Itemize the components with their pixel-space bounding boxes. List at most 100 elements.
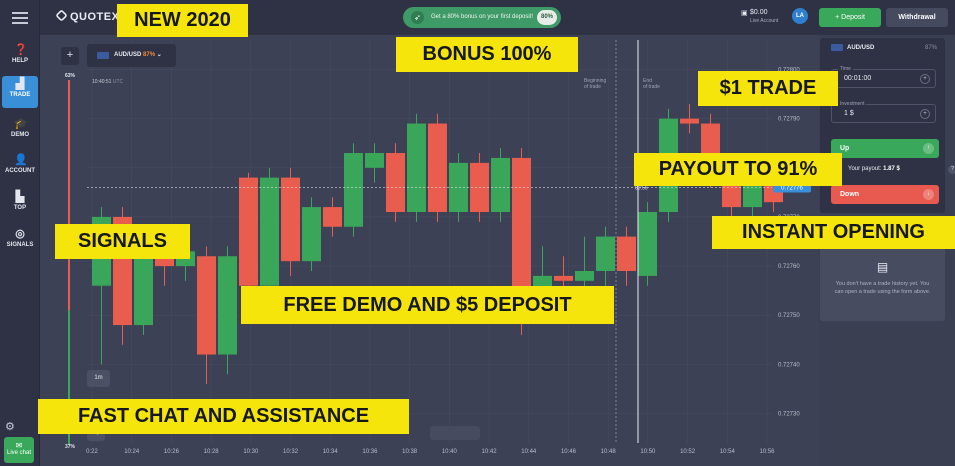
y-tick-label: 0.72750 <box>778 313 800 319</box>
arrow-up-icon: ↑ <box>923 143 934 154</box>
account-balance[interactable]: ▣ $0.00 Live Account <box>741 9 778 25</box>
payout-value: 1.87 $ <box>883 166 900 172</box>
down-label: Down <box>840 191 860 198</box>
history-empty-text: You don't have a trade history yet. You … <box>834 281 931 295</box>
user-icon: 👤 <box>14 154 28 166</box>
arrow-down-icon: ↓ <box>923 189 934 200</box>
y-tick-label: 0.72730 <box>778 412 800 418</box>
x-tick-label: 10:34 <box>323 449 339 455</box>
asset-selector[interactable]: AUD/USD 87% ⌄ <box>87 44 176 67</box>
sidebar-item-label: DEMO <box>11 132 29 138</box>
x-tick-label: 10:52 <box>680 449 696 455</box>
logo[interactable]: QUOTEX <box>55 9 120 23</box>
marker-end: End of trade <box>643 78 660 90</box>
overlay-free-demo: FREE DEMO AND $5 DEPOSIT <box>241 286 614 324</box>
x-tick-label: 10:42 <box>482 449 498 455</box>
flag-icon <box>97 52 109 59</box>
chart-icon: ▟ <box>15 78 25 90</box>
deposit-button[interactable]: + Deposit <box>819 8 881 27</box>
sidebar-item-label: HELP <box>11 58 28 64</box>
overlay-one-dollar-trade: $1 TRADE <box>698 71 838 106</box>
candle-body <box>323 207 342 227</box>
time-field[interactable]: Time 00:01:00 + <box>831 66 936 88</box>
sidebar-item-signals[interactable]: ◎ SIGNALS <box>2 226 38 258</box>
signal-icon: ◎ <box>15 228 25 240</box>
x-tick-label: 10:56 <box>759 449 775 455</box>
zoom-controls[interactable] <box>430 426 480 440</box>
candle-body <box>302 207 321 262</box>
asset-payout: 87% <box>143 52 156 58</box>
candle-body <box>218 256 237 355</box>
live-chat-label: Live chat <box>6 450 31 456</box>
payout-info: Your payout: 1.87 $? <box>848 165 955 174</box>
y-tick-label: 0.72790 <box>778 117 800 123</box>
asset-name: AUD/USD <box>114 52 142 58</box>
overlay-fast-chat: FAST CHAT AND ASSISTANCE <box>38 399 409 434</box>
x-tick-label: 10:46 <box>561 449 577 455</box>
overlay-signals: SIGNALS <box>55 224 190 259</box>
candle-body <box>491 157 510 213</box>
sidebar-item-account[interactable]: 👤 ACCOUNT <box>2 152 38 184</box>
candle-body <box>554 275 573 281</box>
x-tick-label: 10:32 <box>283 449 299 455</box>
logo-icon <box>55 9 68 22</box>
candle-body <box>197 256 216 355</box>
trade-asset-payout: 87% <box>924 45 937 51</box>
up-button[interactable]: Up ↑ <box>831 139 939 158</box>
chat-icon: ✉ <box>15 441 23 450</box>
candle-body <box>743 182 762 208</box>
investment-field-label: Investment <box>838 101 867 107</box>
candle-body <box>407 123 426 213</box>
down-button[interactable]: Down ↓ <box>831 185 939 204</box>
candle-body <box>386 153 405 213</box>
sidebar-item-label: TOP <box>13 205 27 211</box>
live-chat-button[interactable]: ✉ Live chat <box>4 437 34 463</box>
overlay-instant-opening: INSTANT OPENING <box>712 216 955 249</box>
candle-body <box>680 118 699 124</box>
overlay-payout: PAYOUT TO 91% <box>634 153 842 186</box>
candle-body <box>512 157 531 296</box>
menu-icon[interactable] <box>12 12 28 24</box>
bonus-promo[interactable]: ➶ Get a 80% bonus on your first deposit!… <box>403 7 561 28</box>
up-label: Up <box>840 145 850 152</box>
withdrawal-button[interactable]: Withdrawal <box>886 8 948 27</box>
overlay-new-2020: NEW 2020 <box>117 4 248 37</box>
marker-beginning: Beginning of trade <box>584 78 606 90</box>
sidebar-item-label: TRADE <box>9 92 31 98</box>
info-icon[interactable]: ? <box>948 165 955 174</box>
time-value: 10:40:51 <box>92 79 112 85</box>
candle-body <box>344 153 363 227</box>
x-tick-label: 10:26 <box>164 449 180 455</box>
candle-body <box>638 212 657 276</box>
x-tick-label: 10:30 <box>243 449 259 455</box>
gear-icon[interactable]: ⚙ <box>5 420 15 433</box>
marker-end-line2: of trade <box>643 84 660 90</box>
sidebar-item-help[interactable]: ❓ HELP <box>2 42 38 74</box>
time-field-label: Time <box>838 66 853 72</box>
deposit-label: Deposit <box>841 14 865 21</box>
sidebar-item-trade[interactable]: ▟ TRADE <box>2 76 38 108</box>
investment-field[interactable]: Investment 1 $ + <box>831 101 936 123</box>
trade-asset[interactable]: AUD/USD <box>831 44 874 51</box>
logo-text: QUOTEX <box>70 11 120 23</box>
plus-icon[interactable]: + <box>920 74 930 84</box>
sidebar-item-top[interactable]: ▙ TOP <box>2 189 38 221</box>
balance-value: $0.00 <box>750 9 768 16</box>
add-asset-button[interactable]: + <box>61 47 79 65</box>
sidebar-item-label: ACCOUNT <box>5 168 35 174</box>
x-tick-label: 0:22 <box>86 449 98 455</box>
current-price-label: 0.72776 <box>781 185 803 191</box>
chevron-down-icon: ⌄ <box>156 52 162 58</box>
time-field-value: 00:01:00 <box>844 75 872 82</box>
trade-history-empty: ▤ You don't have a trade history yet. Yo… <box>820 246 945 321</box>
timeframe-button[interactable]: 1m <box>87 370 110 387</box>
x-tick-label: 10:50 <box>640 449 656 455</box>
plus-icon[interactable]: + <box>920 109 930 119</box>
sidebar-item-demo[interactable]: 🎓 DEMO <box>2 116 38 148</box>
x-tick-label: 10:44 <box>521 449 537 455</box>
podium-icon: ▙ <box>15 191 25 203</box>
avatar[interactable]: LA <box>792 8 808 24</box>
candle-body <box>617 236 636 271</box>
candle-body <box>596 236 615 271</box>
left-sidebar: ❓ HELP ▟ TRADE 🎓 DEMO 👤 ACCOUNT ▙ TOP ◎ … <box>0 0 40 466</box>
